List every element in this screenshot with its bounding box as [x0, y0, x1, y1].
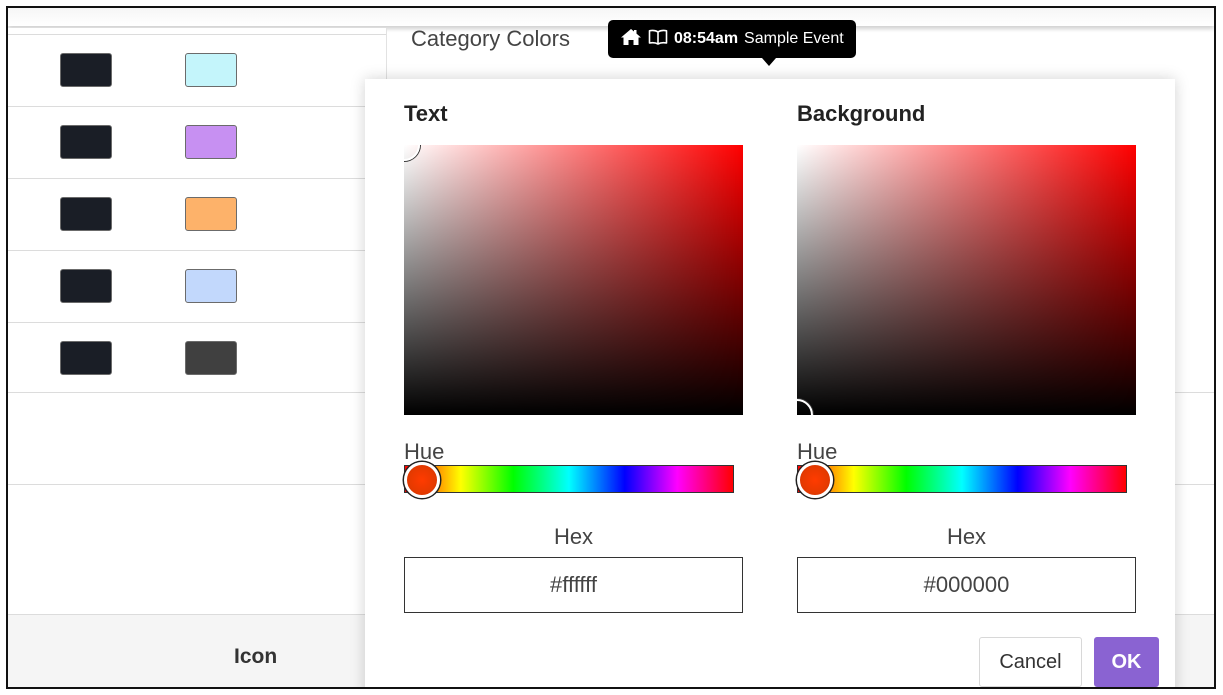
- hex-input[interactable]: [404, 557, 743, 613]
- ok-button[interactable]: OK: [1094, 637, 1159, 687]
- text-color-swatch[interactable]: [60, 341, 112, 375]
- cancel-button[interactable]: Cancel: [979, 637, 1082, 687]
- saturation-brightness-area[interactable]: [797, 145, 1136, 415]
- saturation-handle[interactable]: [797, 399, 813, 415]
- saturation-handle[interactable]: [404, 145, 420, 161]
- hue-slider[interactable]: [404, 465, 734, 493]
- hue-slider[interactable]: [797, 465, 1127, 493]
- table-row[interactable]: [8, 178, 386, 250]
- text-color-swatch[interactable]: [60, 197, 112, 231]
- picker-title: Text: [404, 101, 448, 126]
- hex-input[interactable]: [797, 557, 1136, 613]
- category-list: [8, 28, 386, 687]
- text-color-swatch[interactable]: [60, 53, 112, 87]
- background-color-swatch[interactable]: [185, 341, 237, 375]
- section-title: Category Colors: [411, 26, 570, 51]
- app-window: Icon Category Colors 08:54am Sample Even…: [6, 6, 1216, 689]
- hue-label: Hue: [797, 439, 838, 464]
- hex-label: Hex: [946, 524, 987, 549]
- text-color-swatch[interactable]: [60, 269, 112, 303]
- table-row[interactable]: [8, 106, 386, 178]
- hue-handle[interactable]: [404, 462, 440, 498]
- text-color-swatch[interactable]: [60, 125, 112, 159]
- background-color-swatch[interactable]: [185, 269, 237, 303]
- hue-handle[interactable]: [797, 462, 833, 498]
- event-tooltip: 08:54am Sample Event: [608, 20, 856, 58]
- home-icon: [620, 28, 642, 51]
- table-row[interactable]: [8, 322, 386, 394]
- saturation-brightness-area[interactable]: [404, 145, 743, 415]
- tooltip-arrow: [762, 58, 776, 66]
- hue-label: Hue: [404, 439, 445, 464]
- table-row[interactable]: [8, 34, 386, 106]
- table-row[interactable]: [8, 250, 386, 322]
- hex-label: Hex: [553, 524, 594, 549]
- background-color-swatch[interactable]: [185, 125, 237, 159]
- event-name: Sample Event: [744, 30, 844, 47]
- background-color-swatch[interactable]: [185, 197, 237, 231]
- icon-column-header: Icon: [234, 645, 278, 668]
- picker-title: Background: [797, 101, 926, 126]
- event-time: 08:54am: [674, 30, 739, 47]
- color-picker-dialog: Text Hue Hex Background Hue Hex Cancel O…: [365, 79, 1175, 687]
- book-icon: [648, 29, 668, 50]
- background-color-swatch[interactable]: [185, 53, 237, 87]
